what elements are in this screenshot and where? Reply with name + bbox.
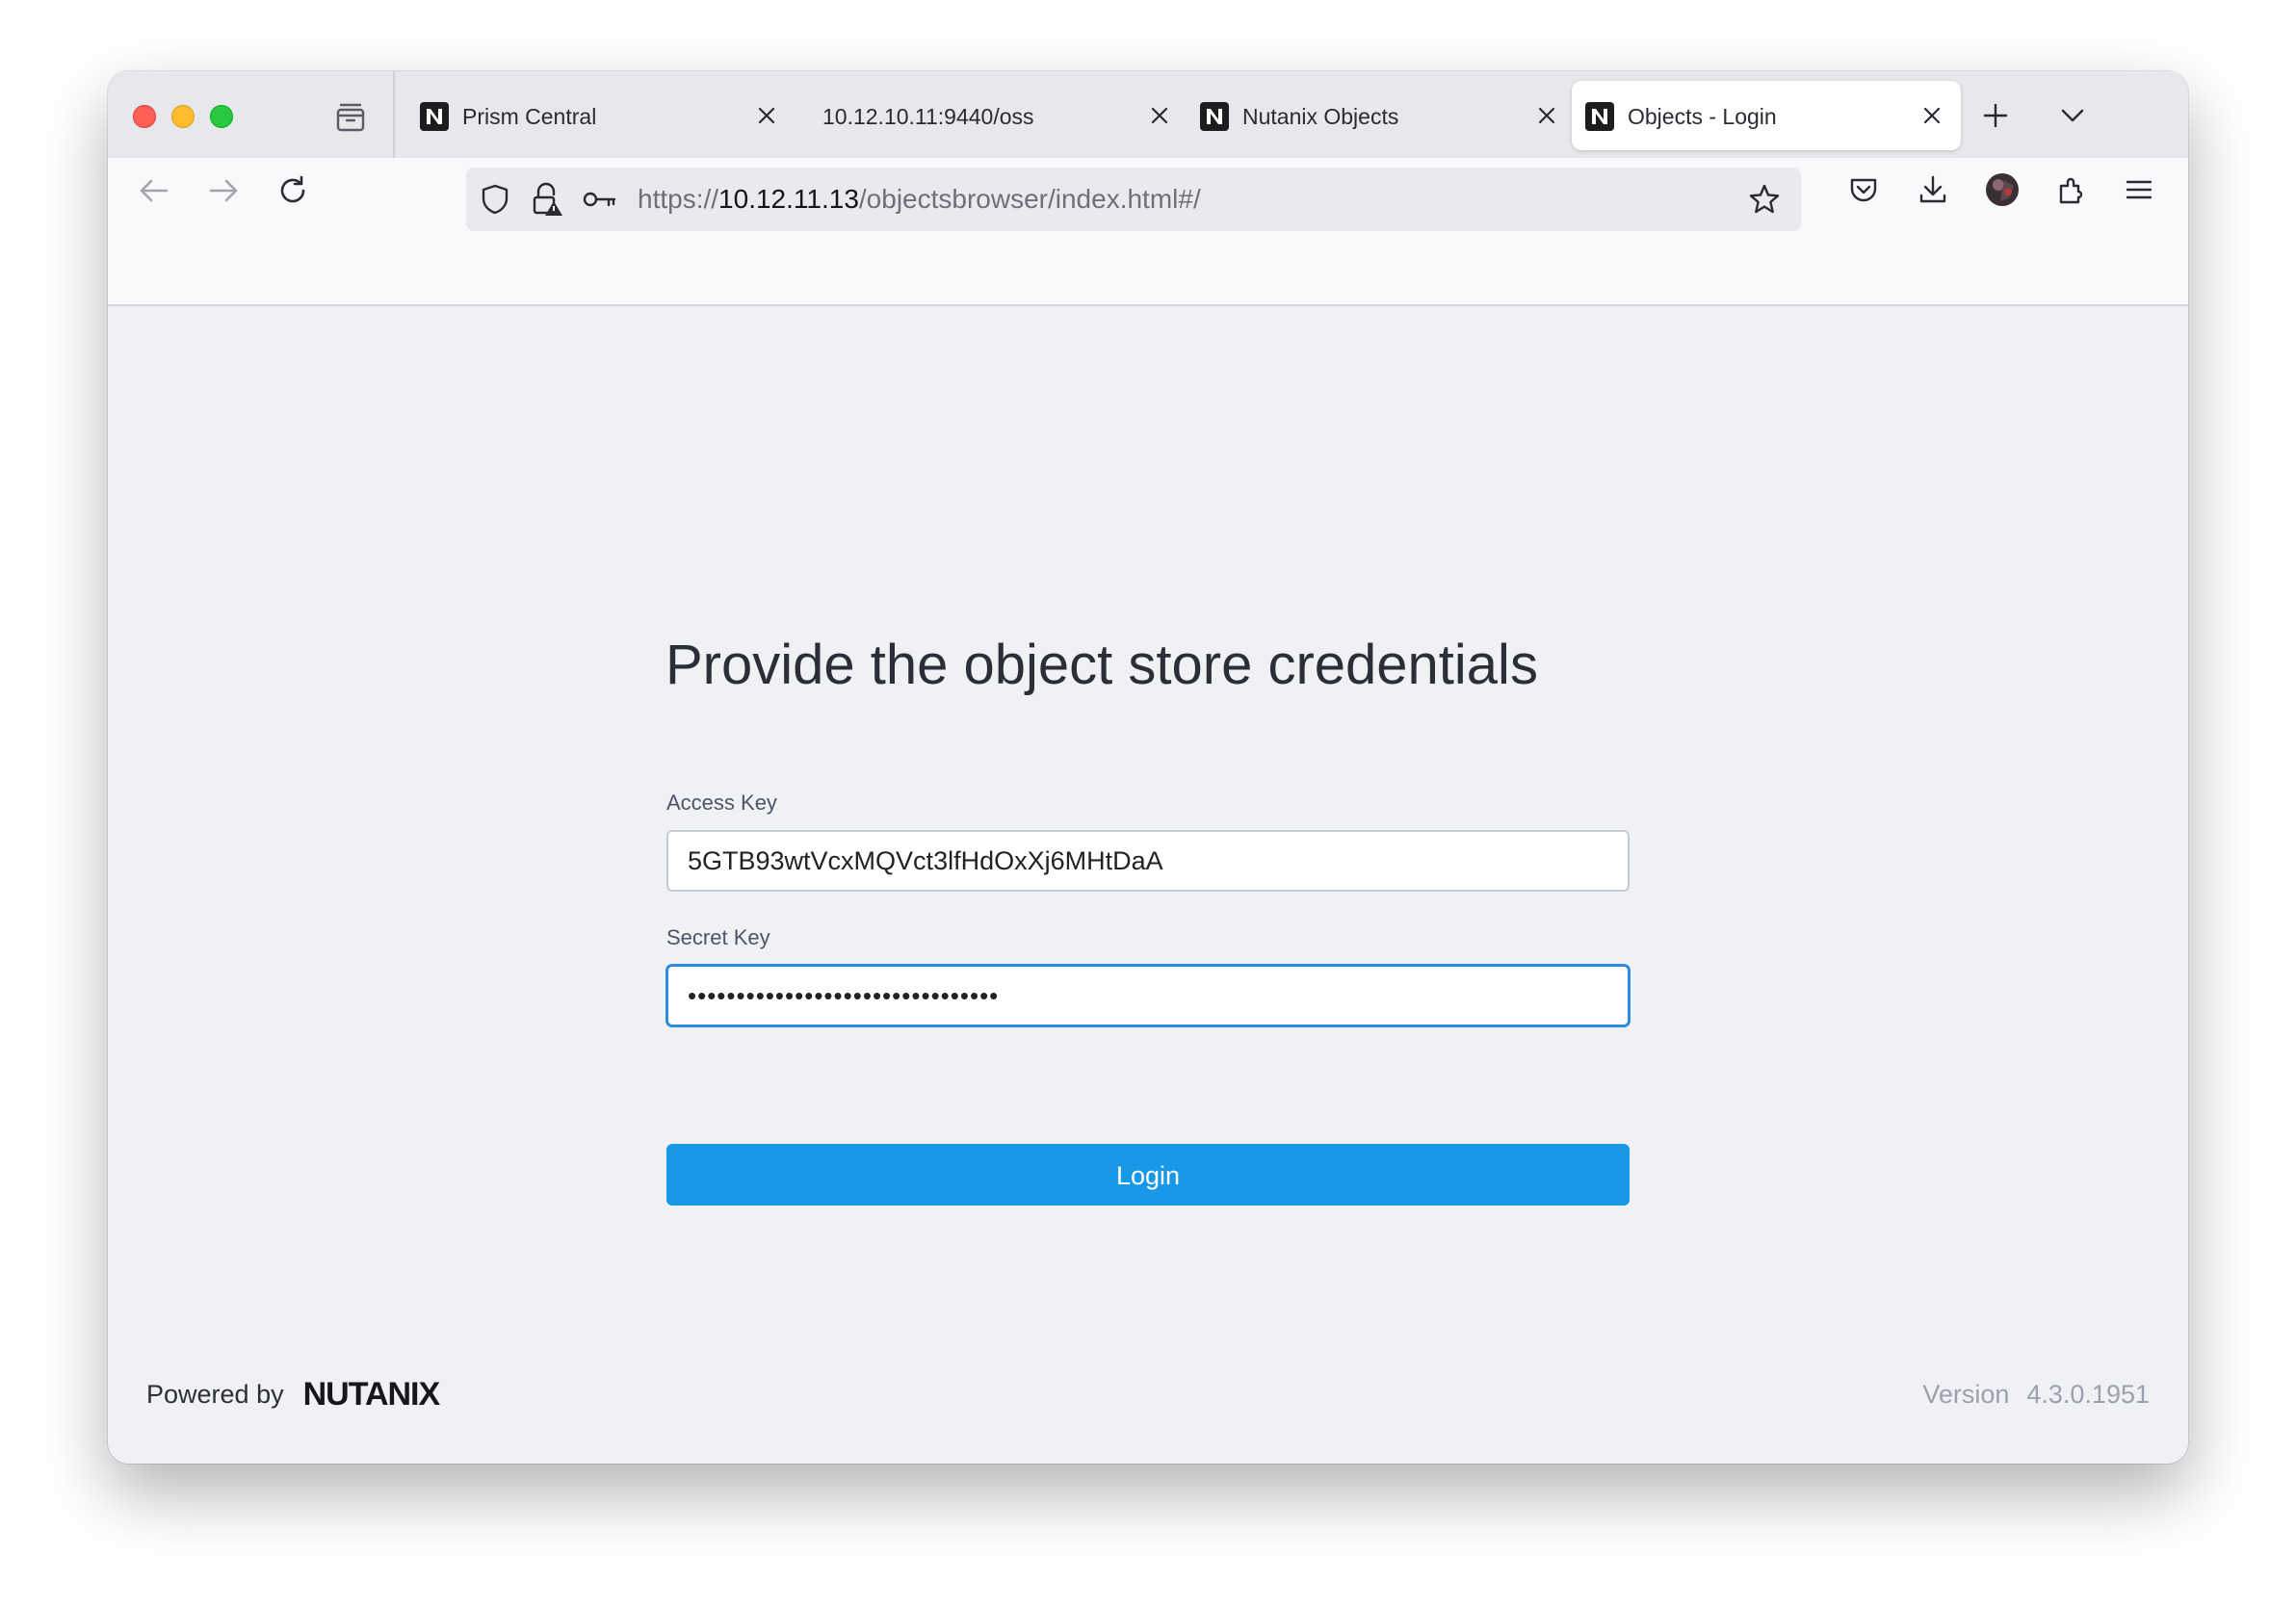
close-icon xyxy=(1151,107,1168,124)
star-icon xyxy=(1749,184,1780,214)
site-security-button[interactable] xyxy=(528,180,566,219)
puzzle-icon xyxy=(2059,177,2083,204)
nutanix-favicon-icon xyxy=(1585,102,1614,131)
version-label: Version xyxy=(1922,1380,2010,1409)
avatar-icon xyxy=(1986,173,2019,206)
firefox-view-icon xyxy=(336,103,365,132)
pocket-button[interactable] xyxy=(1839,166,1888,214)
tab-title: Objects - Login xyxy=(1628,104,1777,129)
tab-objects-login[interactable]: Objects - Login xyxy=(1572,81,1961,150)
reload-button[interactable] xyxy=(270,168,316,214)
access-key-label: Access Key xyxy=(666,791,777,815)
tab-oss[interactable]: 10.12.10.11:9440/oss xyxy=(799,81,1188,150)
url-text[interactable]: https://10.12.11.13/objectsbrowser/index… xyxy=(638,182,1201,217)
browser-window: Prism Central 10.12.10.11:9440/oss Nutan… xyxy=(108,71,2188,1464)
tracking-protection-button[interactable] xyxy=(476,180,514,219)
url-path: /objectsbrowser/index.html#/ xyxy=(858,184,1201,214)
tab-close-button[interactable] xyxy=(749,98,784,133)
list-all-tabs-button[interactable] xyxy=(2051,94,2094,137)
tab-title: Prism Central xyxy=(462,104,597,129)
lock-warning-icon xyxy=(533,182,562,216)
arrow-left-icon xyxy=(140,179,169,202)
saved-logins-button[interactable] xyxy=(580,180,618,219)
close-icon xyxy=(1538,107,1555,124)
download-icon xyxy=(1919,175,1946,203)
version-number: 4.3.0.1951 xyxy=(2026,1380,2150,1409)
nutanix-favicon-icon xyxy=(1200,102,1229,131)
tab-title: Nutanix Objects xyxy=(1242,104,1399,129)
url-scheme: https:// xyxy=(638,184,719,214)
close-icon xyxy=(1923,107,1941,124)
tab-nutanix-objects[interactable]: Nutanix Objects xyxy=(1187,81,1576,150)
new-tab-button[interactable] xyxy=(1974,94,2017,137)
app-menu-button[interactable] xyxy=(2115,166,2163,214)
tab-close-button[interactable] xyxy=(1529,98,1564,133)
minimize-window-button[interactable] xyxy=(171,105,195,128)
bookmark-button[interactable] xyxy=(1745,180,1784,219)
downloads-button[interactable] xyxy=(1909,166,1957,214)
close-icon xyxy=(758,107,775,124)
tab-prism-central[interactable]: Prism Central xyxy=(406,81,796,150)
extensions-button[interactable] xyxy=(2048,166,2096,214)
tab-strip-divider xyxy=(393,71,395,158)
firefox-view-button[interactable] xyxy=(331,98,370,137)
page-title: Provide the object store credentials xyxy=(665,634,1538,696)
close-window-button[interactable] xyxy=(133,105,156,128)
account-button[interactable] xyxy=(1978,166,2026,214)
reload-icon xyxy=(280,175,305,203)
arrow-right-icon xyxy=(209,179,238,202)
tab-strip: Prism Central 10.12.10.11:9440/oss Nutan… xyxy=(108,71,2188,158)
access-key-input[interactable]: 5GTB93wtVcxMQVct3lfHdOxXj6MHtDaA xyxy=(666,830,1630,892)
tab-close-button[interactable] xyxy=(1915,98,1949,133)
key-icon xyxy=(583,192,616,207)
pocket-icon xyxy=(1850,178,1877,202)
forward-button[interactable] xyxy=(200,168,247,214)
tab-close-button[interactable] xyxy=(1142,98,1177,133)
zoom-window-button[interactable] xyxy=(210,105,233,128)
powered-by: Powered by NUTANIX xyxy=(146,1376,441,1413)
nutanix-favicon-icon xyxy=(420,102,449,131)
hamburger-menu-icon xyxy=(2126,180,2152,199)
secret-key-label: Secret Key xyxy=(666,925,770,949)
plus-icon xyxy=(1983,103,2008,128)
tab-title: 10.12.10.11:9440/oss xyxy=(822,104,1034,129)
shield-icon xyxy=(482,184,509,215)
powered-by-label: Powered by xyxy=(146,1380,284,1409)
chevron-down-icon xyxy=(2061,109,2084,122)
back-button[interactable] xyxy=(131,168,177,214)
nutanix-logo: NUTANIX xyxy=(302,1376,441,1413)
secret-key-input[interactable]: •••••••••••••••••••••••••••••••• xyxy=(666,965,1630,1026)
version-info: Version 4.3.0.1951 xyxy=(1922,1377,2150,1412)
url-host: 10.12.11.13 xyxy=(718,184,859,214)
page-content: Provide the object store credentials Acc… xyxy=(108,306,2188,1464)
login-button[interactable]: Login xyxy=(666,1144,1630,1206)
